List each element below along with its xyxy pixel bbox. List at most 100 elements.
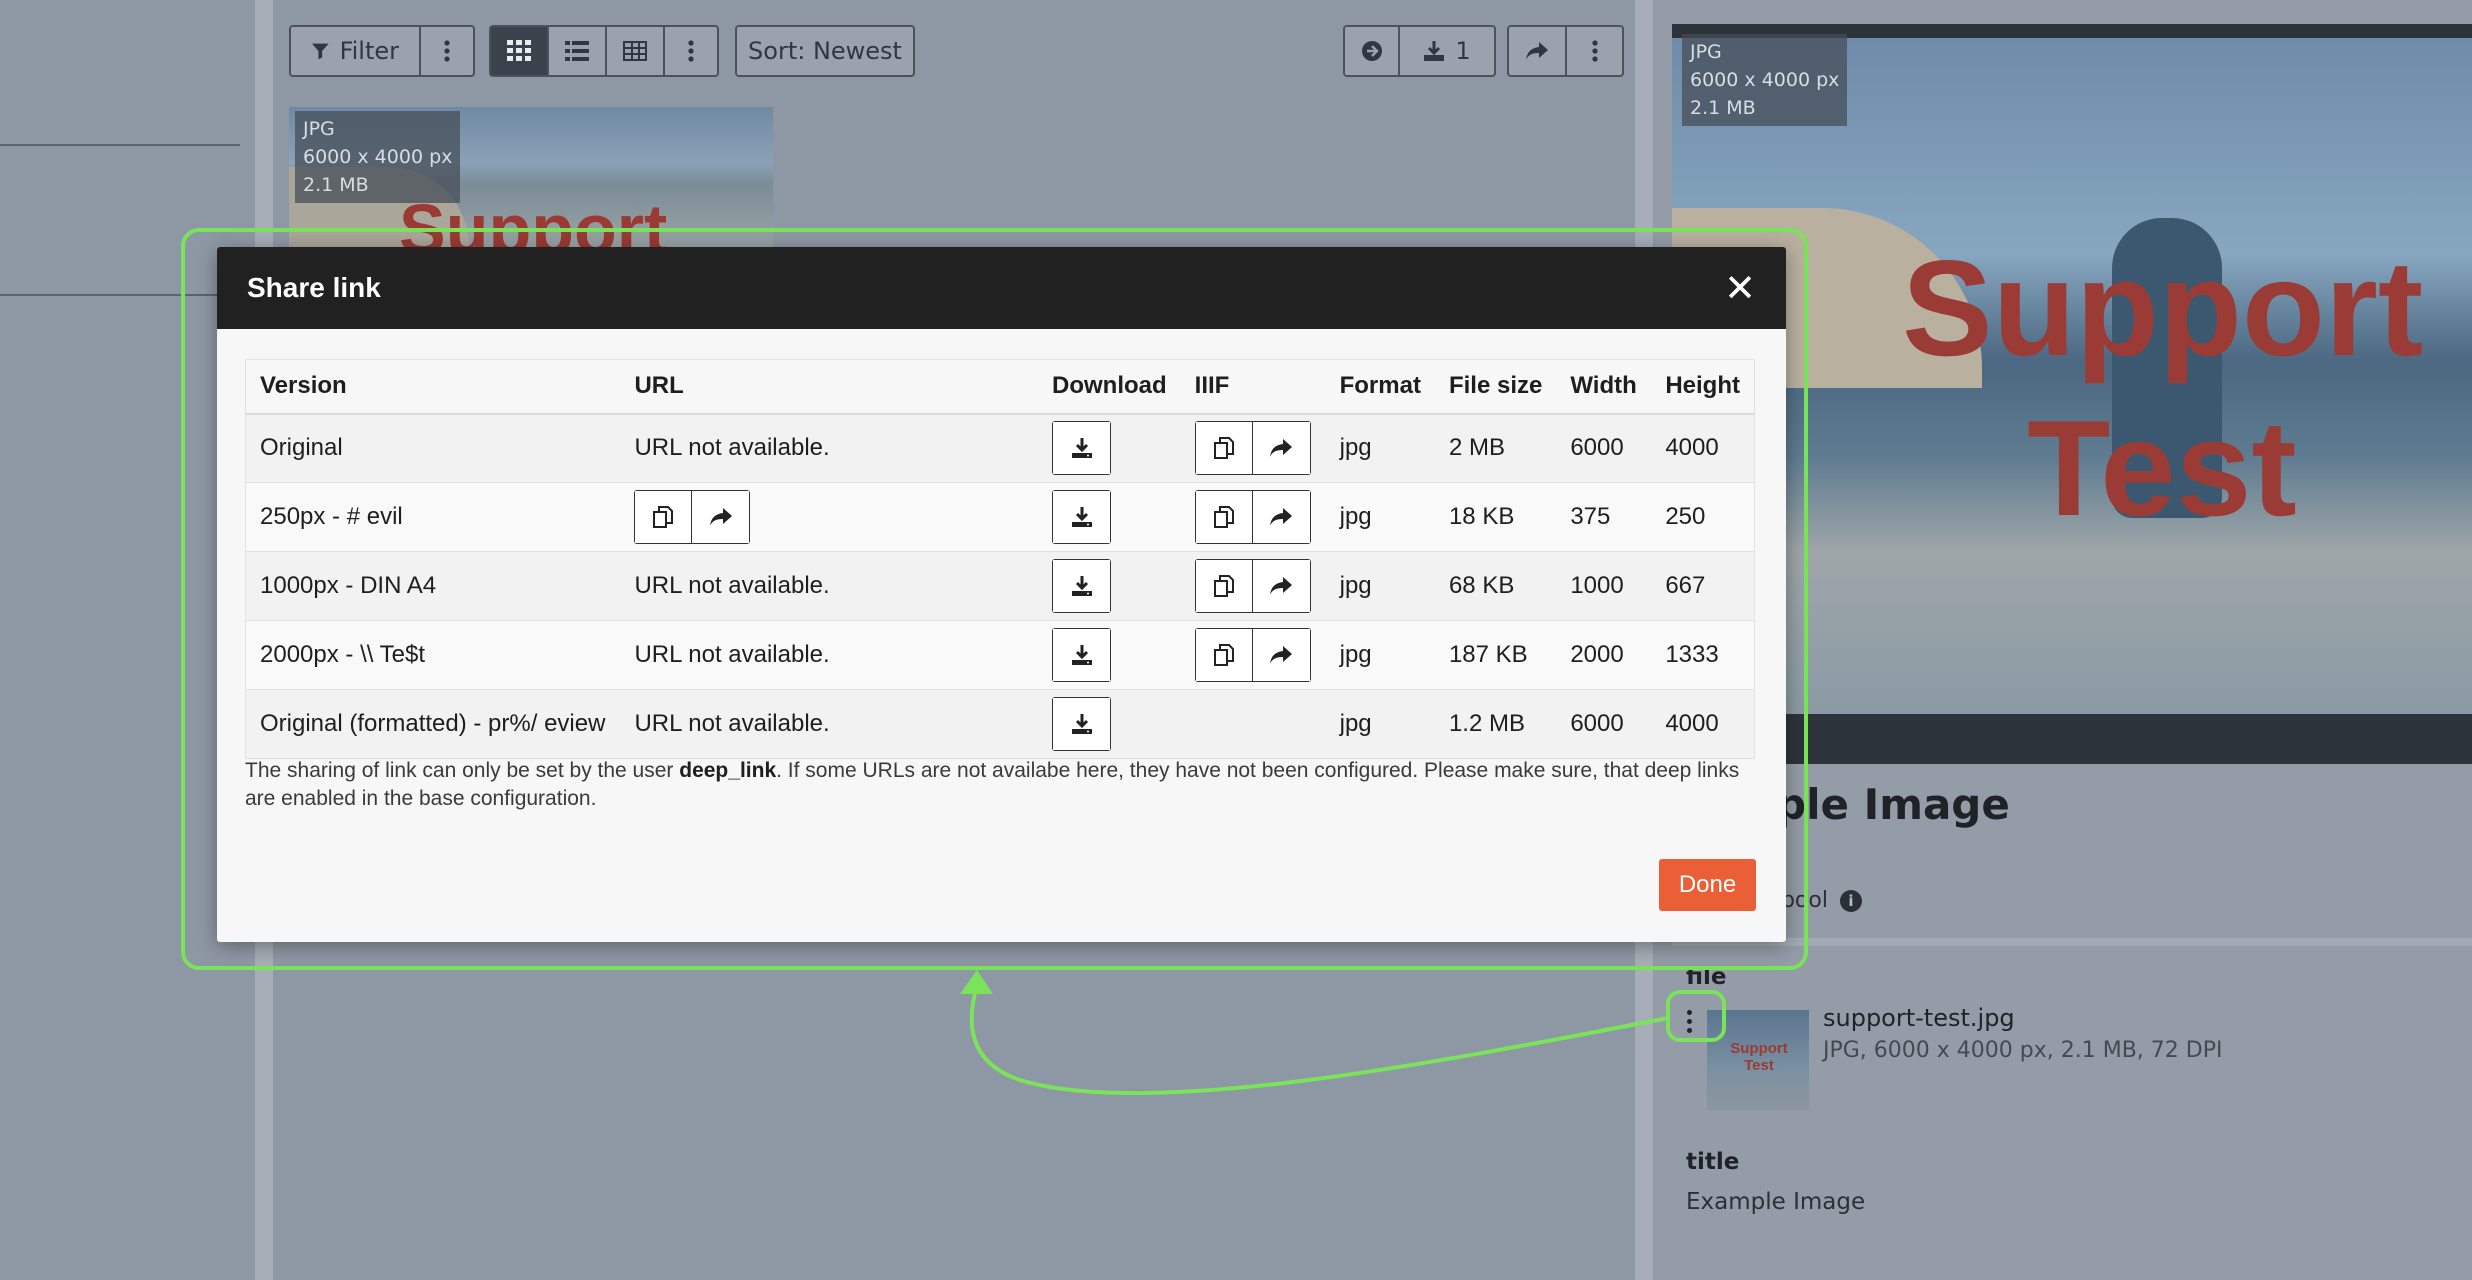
download-button[interactable] xyxy=(1053,560,1110,612)
iiif-cell xyxy=(1180,551,1326,621)
share-iiif-button[interactable] xyxy=(1252,629,1310,681)
col-file-size: File size xyxy=(1434,359,1557,415)
download-button-group xyxy=(1052,697,1111,751)
file-size-cell: 2 MB xyxy=(1434,413,1557,483)
download-button[interactable] xyxy=(1053,491,1110,543)
table-header-row: Version URL Download IIIF Format File si… xyxy=(245,359,1756,415)
col-width: Width xyxy=(1556,359,1652,415)
format-cell: jpg xyxy=(1325,620,1435,690)
format-cell: jpg xyxy=(1325,551,1435,621)
table-row: 1000px - DIN A4 URL not available. jpg 6… xyxy=(245,551,1756,621)
download-cell xyxy=(1038,689,1181,759)
width-cell: 2000 xyxy=(1556,620,1652,690)
download-cell xyxy=(1038,551,1181,621)
col-height: Height xyxy=(1651,359,1756,415)
download-button[interactable] xyxy=(1053,698,1110,750)
col-download: Download xyxy=(1038,359,1181,415)
version-cell: 1000px - DIN A4 xyxy=(245,551,621,621)
copy-iiif-button[interactable] xyxy=(1195,491,1253,543)
done-button[interactable]: Done xyxy=(1659,859,1756,911)
iiif-cell xyxy=(1180,620,1326,690)
share-iiif-button[interactable] xyxy=(1252,422,1310,475)
copy-icon xyxy=(1213,575,1234,597)
note-user: deep_link xyxy=(679,759,777,782)
versions-table: Version URL Download IIIF Format File si… xyxy=(245,359,1756,759)
deep-link-note: The sharing of link can only be set by t… xyxy=(245,757,1755,813)
close-icon[interactable]: ✕ xyxy=(1724,269,1756,307)
height-cell: 4000 xyxy=(1651,689,1756,759)
share-url-button[interactable] xyxy=(692,491,750,543)
table-row: Original (formatted) - pr%/ eview URL no… xyxy=(245,689,1756,759)
copy-icon xyxy=(1213,437,1234,460)
download-cell xyxy=(1038,620,1181,690)
download-button[interactable] xyxy=(1053,629,1110,681)
share-icon xyxy=(1270,646,1293,664)
download-icon xyxy=(1071,576,1092,596)
share-link-modal: Share link ✕ Version URL Download IIIF F… xyxy=(217,247,1786,942)
version-cell: Original (formatted) - pr%/ eview xyxy=(245,689,621,759)
download-icon xyxy=(1071,645,1092,665)
url-button-group xyxy=(634,490,751,544)
copy-icon xyxy=(653,506,674,528)
table-row: Original URL not available. jpg 2 MB 600… xyxy=(245,413,1756,483)
file-size-cell: 1.2 MB xyxy=(1434,689,1557,759)
share-icon xyxy=(1270,439,1293,458)
format-cell: jpg xyxy=(1325,413,1435,483)
height-cell: 250 xyxy=(1651,482,1756,552)
col-version: Version xyxy=(245,359,621,415)
file-size-cell: 18 KB xyxy=(1434,482,1557,552)
col-format: Format xyxy=(1325,359,1435,415)
iiif-button-group xyxy=(1194,490,1311,544)
download-icon xyxy=(1071,438,1092,459)
share-icon xyxy=(709,508,732,526)
copy-iiif-button[interactable] xyxy=(1195,629,1253,681)
download-button-group xyxy=(1052,559,1111,613)
note-text-before: The sharing of link can only be set by t… xyxy=(245,759,680,782)
table-row: 250px - # evil jpg 18 KB 375 250 xyxy=(245,482,1756,552)
copy-iiif-button[interactable] xyxy=(1195,422,1253,475)
download-cell xyxy=(1038,413,1181,483)
version-cell: 250px - # evil xyxy=(245,482,621,552)
version-cell: 2000px - \\ Te$t xyxy=(245,620,621,690)
iiif-cell xyxy=(1180,482,1326,552)
file-size-cell: 187 KB xyxy=(1434,620,1557,690)
modal-title: Share link xyxy=(247,272,381,303)
copy-icon xyxy=(1213,506,1234,528)
iiif-cell xyxy=(1180,689,1326,759)
share-icon xyxy=(1270,577,1293,595)
format-cell: jpg xyxy=(1325,689,1435,759)
download-button-group xyxy=(1052,490,1111,544)
share-iiif-button[interactable] xyxy=(1252,491,1310,543)
copy-icon xyxy=(1213,644,1234,666)
share-iiif-button[interactable] xyxy=(1252,560,1310,612)
table-row: 2000px - \\ Te$t URL not available. jpg … xyxy=(245,620,1756,690)
width-cell: 6000 xyxy=(1556,413,1652,483)
height-cell: 4000 xyxy=(1651,413,1756,483)
download-button-group xyxy=(1052,421,1111,476)
height-cell: 1333 xyxy=(1651,620,1756,690)
width-cell: 6000 xyxy=(1556,689,1652,759)
share-icon xyxy=(1270,508,1293,526)
iiif-button-group xyxy=(1194,628,1311,682)
col-url: URL xyxy=(620,359,1038,415)
download-cell xyxy=(1038,482,1181,552)
url-cell xyxy=(620,482,1038,552)
version-cell: Original xyxy=(245,413,621,483)
url-cell: URL not available. xyxy=(620,620,1038,690)
file-size-cell: 68 KB xyxy=(1434,551,1557,621)
download-icon xyxy=(1071,714,1092,734)
copy-iiif-button[interactable] xyxy=(1195,560,1253,612)
iiif-button-group xyxy=(1194,559,1311,613)
url-cell: URL not available. xyxy=(620,413,1038,483)
iiif-cell xyxy=(1180,413,1326,483)
col-iiif: IIIF xyxy=(1180,359,1326,415)
iiif-button-group xyxy=(1194,421,1311,476)
copy-url-button[interactable] xyxy=(635,491,693,543)
width-cell: 375 xyxy=(1556,482,1652,552)
download-button[interactable] xyxy=(1053,422,1110,475)
download-button-group xyxy=(1052,628,1111,682)
width-cell: 1000 xyxy=(1556,551,1652,621)
url-cell: URL not available. xyxy=(620,551,1038,621)
download-icon xyxy=(1071,507,1092,527)
url-cell: URL not available. xyxy=(620,689,1038,759)
